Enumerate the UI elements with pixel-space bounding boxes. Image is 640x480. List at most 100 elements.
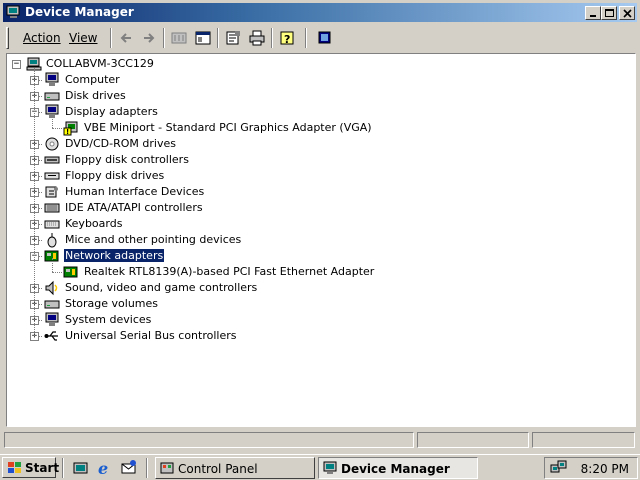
- disk-drive-icon: [44, 88, 60, 104]
- maximize-button[interactable]: [601, 6, 617, 20]
- network-connection-icon[interactable]: [550, 460, 568, 476]
- tree-category[interactable]: + Sound, video and game controllers: [7, 280, 607, 296]
- device-label[interactable]: Universal Serial Bus controllers: [64, 329, 237, 342]
- keyboard-icon: [44, 216, 60, 232]
- device-label[interactable]: DVD/CD-ROM drives: [64, 137, 177, 150]
- device-label[interactable]: Disk drives: [64, 89, 127, 102]
- svg-text:?: ?: [284, 33, 290, 46]
- toolbar-separator: [163, 28, 165, 48]
- tree-connector: [52, 272, 62, 273]
- hid-icon: [44, 184, 60, 200]
- device-manager-icon: [323, 461, 337, 474]
- tree-category[interactable]: + Disk drives: [7, 88, 607, 104]
- tree-device[interactable]: ! VBE Miniport - Standard PCI Graphics Ad…: [7, 120, 607, 136]
- device-label[interactable]: Network adapters: [62, 248, 166, 263]
- status-pane: [417, 432, 529, 448]
- taskbar-separator: [146, 458, 148, 478]
- scan-hardware-icon: [318, 31, 331, 44]
- tree-root[interactable]: − COLLABVM-3CC129: [7, 56, 607, 72]
- tree-category[interactable]: + IDE ATA/ATAPI controllers: [7, 200, 607, 216]
- up-level-button[interactable]: [169, 28, 189, 48]
- scan-hardware-button[interactable]: [315, 28, 335, 48]
- network-card-icon: [63, 264, 79, 280]
- tree-category[interactable]: + Storage volumes: [7, 296, 607, 312]
- tree-category[interactable]: + Universal Serial Bus controllers: [7, 328, 607, 344]
- show-hide-tree-button[interactable]: [193, 28, 213, 48]
- minimize-icon: [590, 15, 596, 17]
- start-button[interactable]: Start: [2, 457, 60, 478]
- forward-arrow-icon: [144, 33, 155, 43]
- show-desktop-icon[interactable]: [72, 459, 90, 477]
- device-label[interactable]: COLLABVM-3CC129: [45, 57, 155, 70]
- toolbar-grip[interactable]: [6, 27, 9, 49]
- usb-icon: [44, 328, 60, 344]
- tree-category[interactable]: + DVD/CD-ROM drives: [7, 136, 607, 152]
- task-control-panel[interactable]: Control Panel: [155, 457, 315, 479]
- device-label[interactable]: Keyboards: [64, 217, 123, 230]
- outlook-express-icon[interactable]: [120, 459, 138, 477]
- warning-display-icon: !: [63, 120, 79, 136]
- device-tree[interactable]: − COLLABVM-3CC129 + Computer + Disk drives − Di…: [6, 53, 636, 427]
- tree-device[interactable]: Realtek RTL8139(A)-based PCI Fast Ethern…: [7, 264, 607, 280]
- tree-category[interactable]: + Mice and other pointing devices: [7, 232, 607, 248]
- status-pane: [532, 432, 635, 448]
- tree-category[interactable]: + System devices: [7, 312, 607, 328]
- internet-explorer-icon[interactable]: e: [96, 459, 114, 477]
- device-label[interactable]: Display adapters: [64, 105, 159, 118]
- ide-icon: [44, 200, 60, 216]
- device-label[interactable]: IDE ATA/ATAPI controllers: [64, 201, 204, 214]
- tree-connector: [52, 128, 62, 129]
- taskbar-separator: [62, 458, 64, 478]
- device-label[interactable]: Mice and other pointing devices: [64, 233, 242, 246]
- properties-button[interactable]: [223, 28, 243, 48]
- back-button[interactable]: [116, 28, 136, 48]
- start-label: Start: [25, 461, 60, 475]
- floppy-icon: [44, 168, 60, 184]
- device-label[interactable]: Human Interface Devices: [64, 185, 205, 198]
- forward-button[interactable]: [139, 28, 159, 48]
- storage-icon: [44, 296, 60, 312]
- device-label[interactable]: Realtek RTL8139(A)-based PCI Fast Ethern…: [83, 265, 375, 278]
- menu-toolbar: Action View ?: [3, 24, 637, 52]
- tree-connector: [34, 68, 35, 336]
- tree-category[interactable]: + Human Interface Devices: [7, 184, 607, 200]
- device-label[interactable]: System devices: [64, 313, 152, 326]
- device-label[interactable]: Floppy disk controllers: [64, 153, 190, 166]
- tree-category[interactable]: + Floppy disk controllers: [7, 152, 607, 168]
- device-label[interactable]: Sound, video and game controllers: [64, 281, 258, 294]
- help-icon: ?: [280, 31, 294, 46]
- tree-category[interactable]: − Network adapters: [7, 248, 607, 264]
- svg-text:e: e: [98, 459, 108, 477]
- tree-category[interactable]: − Display adapters: [7, 104, 607, 120]
- device-label[interactable]: Storage volumes: [64, 297, 159, 310]
- windows-logo-icon: [8, 462, 21, 473]
- task-label: Control Panel: [178, 462, 258, 476]
- device-label[interactable]: VBE Miniport - Standard PCI Graphics Ada…: [83, 121, 373, 134]
- collapse-toggle[interactable]: −: [12, 60, 21, 69]
- title-bar[interactable]: Device Manager: [3, 3, 637, 22]
- task-device-manager[interactable]: Device Manager: [318, 457, 478, 479]
- minimize-button[interactable]: [585, 6, 601, 20]
- tree-category[interactable]: + Keyboards: [7, 216, 607, 232]
- toolbar-separator: [305, 28, 307, 48]
- svg-text:!: !: [66, 128, 69, 136]
- menu-view[interactable]: View: [69, 31, 97, 45]
- taskbar: Start e Control Panel Device Manager 8:2…: [0, 454, 640, 480]
- cdrom-icon: [44, 136, 60, 152]
- tree-category[interactable]: + Floppy disk drives: [7, 168, 607, 184]
- print-button[interactable]: [247, 28, 267, 48]
- device-label[interactable]: Computer: [64, 73, 121, 86]
- clock[interactable]: 8:20 PM: [581, 462, 629, 476]
- menu-action[interactable]: Action: [23, 31, 61, 45]
- help-button[interactable]: ?: [277, 28, 297, 48]
- tree-category[interactable]: + Computer: [7, 72, 607, 88]
- console-tree-icon: [195, 31, 211, 45]
- system-tray: 8:20 PM: [544, 457, 638, 479]
- controller-icon: [44, 152, 60, 168]
- back-arrow-icon: [120, 33, 131, 43]
- control-panel-icon: [160, 462, 174, 474]
- close-button[interactable]: [619, 6, 635, 20]
- device-label[interactable]: Floppy disk drives: [64, 169, 165, 182]
- printer-icon: [249, 30, 265, 46]
- tree-connector: [52, 114, 53, 128]
